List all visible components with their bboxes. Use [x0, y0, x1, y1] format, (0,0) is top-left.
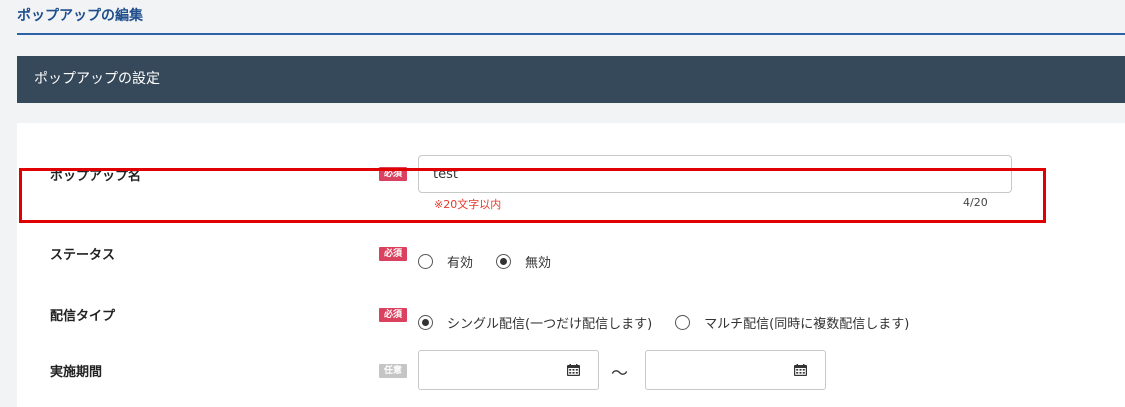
delivery-type-option-multi[interactable]: マルチ配信(同時に複数配信します) — [675, 313, 909, 332]
period-separator: ～ — [611, 364, 628, 384]
period-label: 実施期間 — [50, 365, 103, 380]
radio-checked-icon[interactable] — [496, 254, 512, 269]
delivery-type-highlight-box — [19, 168, 1046, 223]
status-option-label: 有効 — [447, 256, 474, 271]
optional-badge: 任意 — [379, 364, 407, 378]
radio-checked-icon[interactable] — [418, 315, 433, 330]
title-divider — [17, 33, 1125, 35]
delivery-type-label: 配信タイプ — [50, 309, 116, 324]
settings-panel: ポップアップ名 必須 ※20文字以内 4/20 ステータス 必須 有効 無効 配… — [17, 123, 1125, 407]
period-end-date-input[interactable] — [645, 350, 826, 390]
section-header: ポップアップの設定 — [17, 56, 1125, 103]
status-option-label: 無効 — [525, 256, 552, 271]
delivery-type-option-label: シングル配信(一つだけ配信します) — [447, 317, 653, 332]
period-start-date-input[interactable] — [418, 350, 599, 390]
radio-unchecked-icon[interactable] — [418, 254, 433, 269]
status-option-disabled[interactable]: 無効 — [496, 252, 551, 271]
status-option-enabled[interactable]: 有効 — [418, 252, 473, 271]
radio-unchecked-icon[interactable] — [675, 315, 691, 330]
required-badge: 必須 — [379, 247, 407, 261]
delivery-type-option-single[interactable]: シングル配信(一つだけ配信します) — [418, 313, 652, 332]
required-badge: 必須 — [379, 308, 407, 322]
status-label: ステータス — [50, 248, 116, 263]
calendar-icon[interactable] — [794, 364, 807, 376]
calendar-icon[interactable] — [567, 364, 580, 376]
delivery-type-radio-group: シングル配信(一つだけ配信します) マルチ配信(同時に複数配信します) — [418, 313, 909, 332]
delivery-type-option-label: マルチ配信(同時に複数配信します) — [704, 317, 910, 332]
section-title: ポップアップの設定 — [34, 71, 160, 87]
status-radio-group: 有効 無効 — [418, 252, 551, 271]
page-title: ポップアップの編集 — [17, 8, 143, 24]
